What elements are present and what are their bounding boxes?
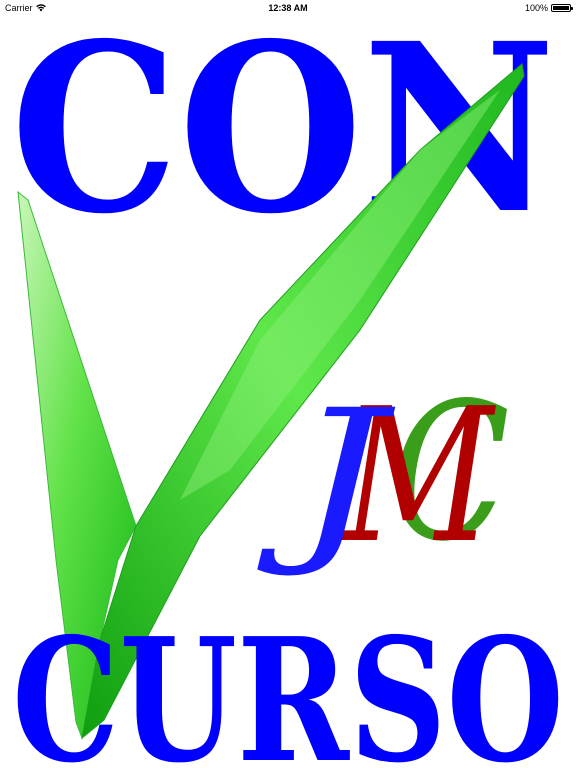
app-logo: CON C M J CURSO [11,0,565,768]
battery-icon [551,4,573,12]
status-right: 100% [524,3,573,13]
jmc-monogram: C M J [256,362,510,584]
logo-word-bottom: CURSO [12,601,564,768]
status-bar: Carrier 12:38 AM 100% [0,0,576,16]
splash-screen: CON C M J CURSO Carrier 12:38 AM 100% [0,0,576,768]
battery-fill [553,6,569,10]
battery-percent: 100% [524,3,548,13]
status-time: 12:38 AM [268,3,308,13]
